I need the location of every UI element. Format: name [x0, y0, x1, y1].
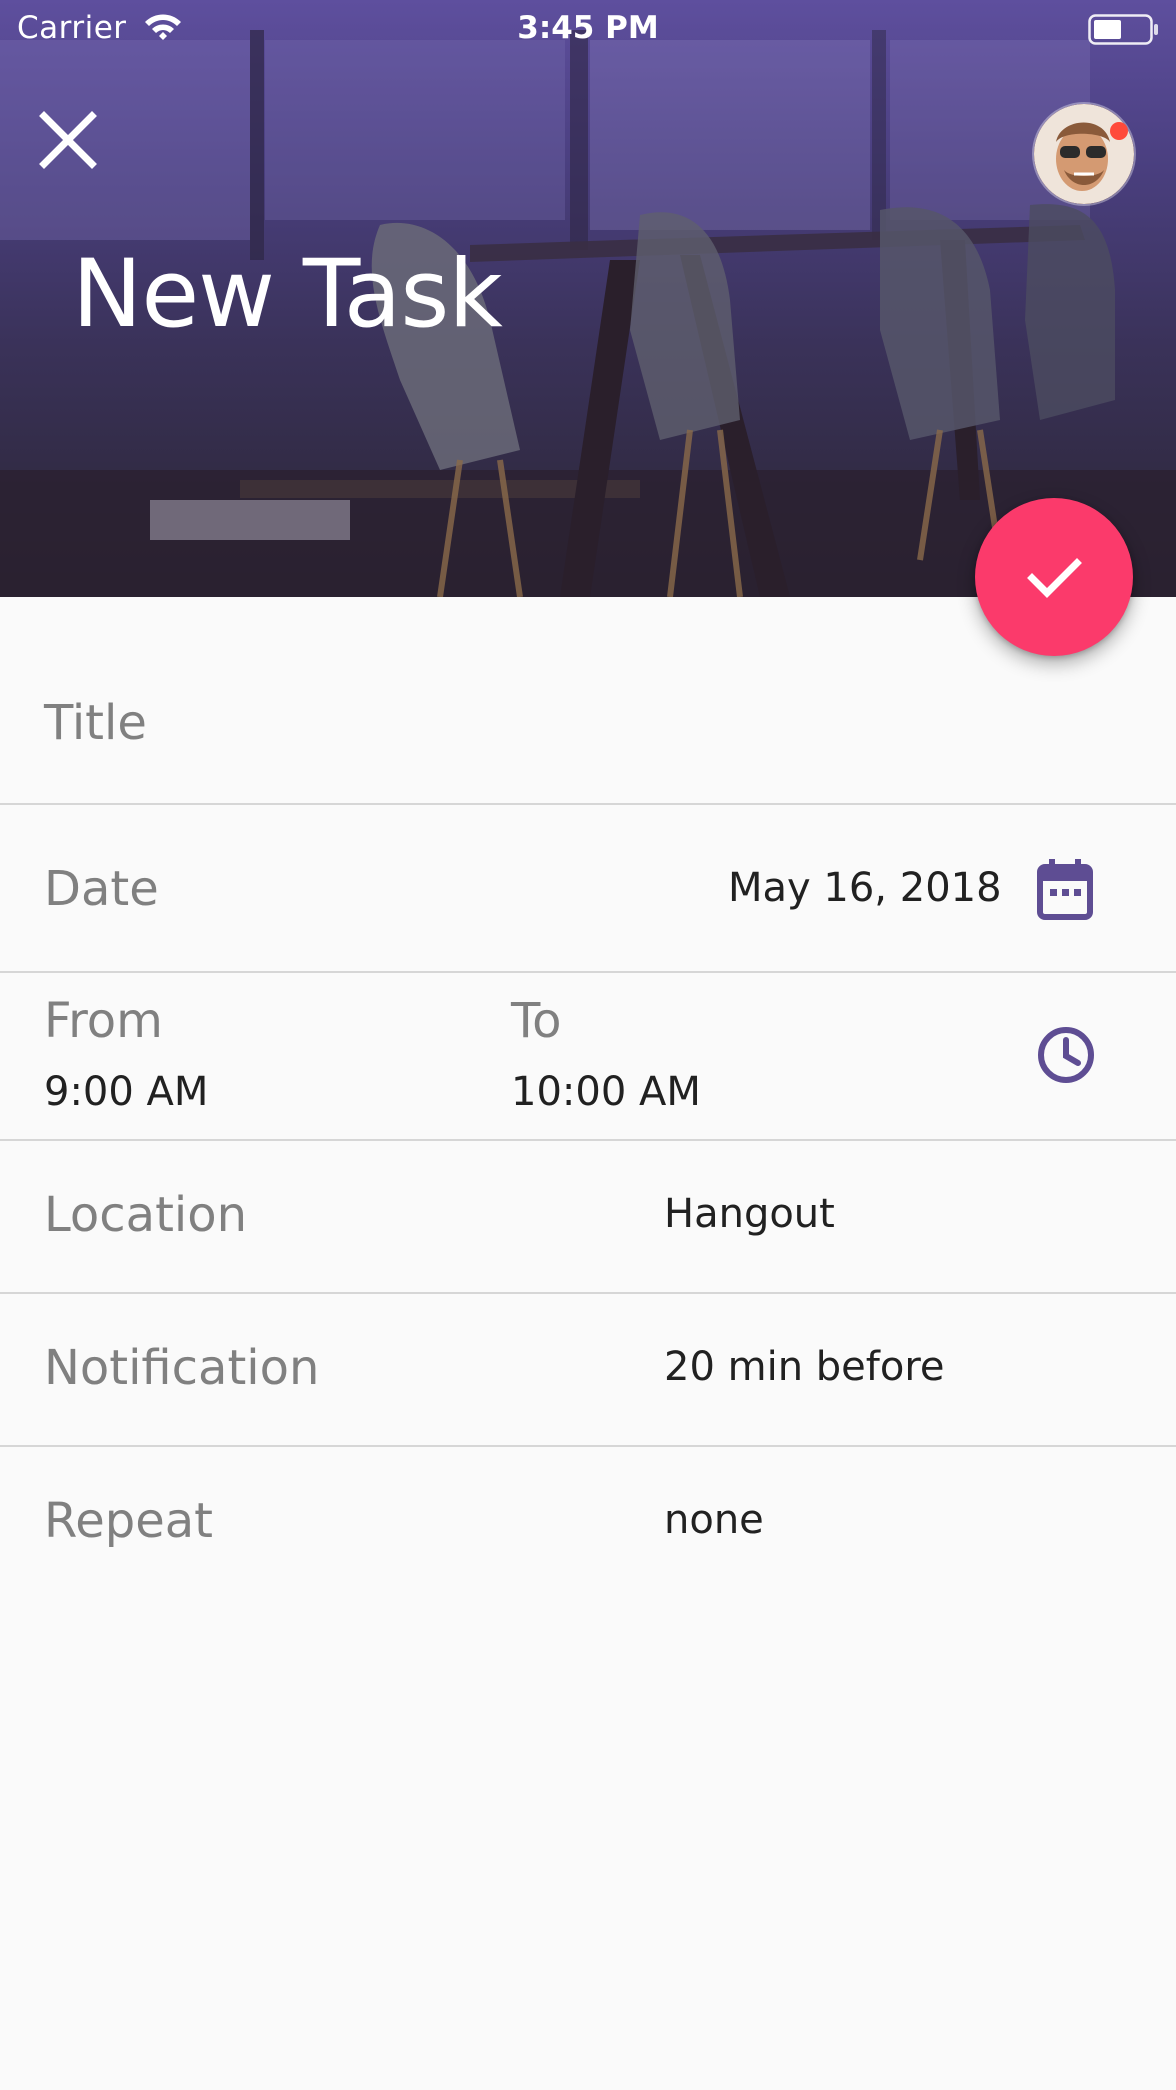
to-value[interactable]: 10:00 AM [511, 1069, 701, 1115]
clock-icon[interactable] [1036, 1025, 1096, 1085]
date-value[interactable]: May 16, 2018 [728, 865, 1002, 911]
status-time: 3:45 PM [517, 10, 659, 46]
location-value[interactable]: Hangout [664, 1191, 835, 1237]
status-bar: Carrier 3:45 PM [0, 0, 1176, 60]
repeat-label: Repeat [44, 1493, 213, 1549]
calendar-icon[interactable] [1036, 859, 1094, 921]
notification-dot [1110, 122, 1128, 140]
check-icon [1027, 558, 1082, 598]
time-row[interactable]: From 9:00 AM To 10:00 AM [0, 973, 1176, 1141]
notification-label: Notification [44, 1340, 320, 1396]
header-background: Carrier 3:45 PM New Task [0, 0, 1176, 597]
new-task-screen: Carrier 3:45 PM New Task Title Date May … [0, 0, 1176, 2090]
page-title: New Task [72, 240, 503, 349]
date-label: Date [44, 861, 159, 917]
notification-row[interactable]: Notification 20 min before [0, 1294, 1176, 1447]
repeat-value[interactable]: none [664, 1497, 764, 1543]
avatar-photo [1034, 104, 1134, 204]
location-row[interactable]: Location Hangout [0, 1141, 1176, 1294]
close-icon[interactable] [34, 106, 102, 174]
user-avatar[interactable] [1034, 104, 1134, 204]
repeat-row[interactable]: Repeat none [0, 1447, 1176, 1600]
to-label: To [511, 993, 562, 1049]
from-label: From [44, 993, 163, 1049]
date-row[interactable]: Date May 16, 2018 [0, 805, 1176, 973]
from-value[interactable]: 9:00 AM [44, 1069, 208, 1115]
save-task-button[interactable] [975, 498, 1133, 656]
battery-icon [1088, 14, 1158, 45]
location-label: Location [44, 1187, 248, 1243]
title-label: Title [44, 695, 147, 751]
notification-value[interactable]: 20 min before [664, 1344, 945, 1390]
